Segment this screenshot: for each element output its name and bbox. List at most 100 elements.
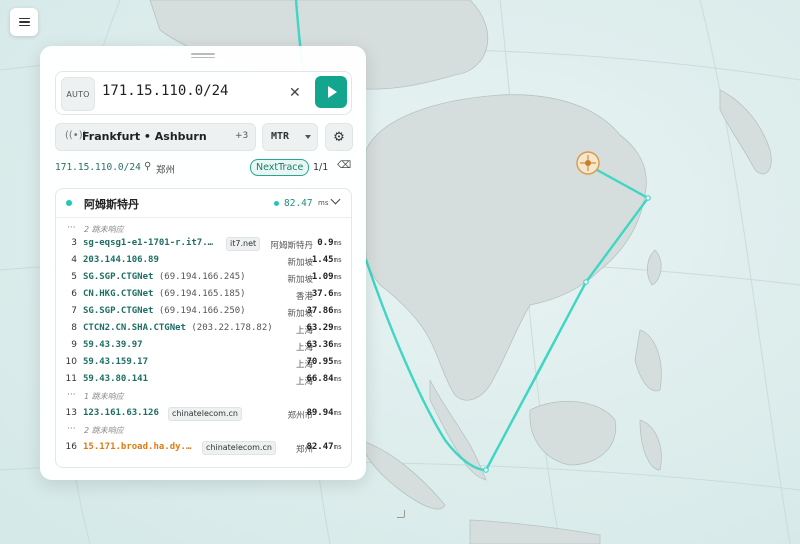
hop-rtt-value: 70.95 [306, 357, 334, 367]
hop-location: 香港 [295, 292, 313, 302]
hop-host[interactable]: 123.161.63.126 [83, 408, 159, 418]
clear-icon[interactable]: ✕ [289, 85, 301, 101]
hop-row[interactable]: 3 sg-eqsg1-e1-1701-r.it7.… it7.net 阿姆斯特丹 0.9… [56, 236, 351, 253]
hop-rtt: 63.36ms [306, 340, 342, 350]
ellipsis-icon: ··· [67, 424, 76, 434]
hop-rtt: 0.9ms [317, 238, 342, 248]
hop-hostname: CTCN2.CN.SHA.CTGNet [83, 323, 186, 333]
hop-location: 阿姆斯特丹 [270, 241, 313, 251]
hop-number: 13 [65, 408, 77, 418]
hop-rtt: 1.09ms [312, 272, 342, 282]
provider-badge[interactable]: NextTrace [250, 159, 310, 176]
node-selector[interactable]: ((•)) Frankfurt • Ashburn +3 [55, 123, 256, 151]
status-dot [66, 200, 72, 206]
hop-rtt-value: 1.45 [311, 255, 334, 265]
hop-number: 7 [71, 306, 77, 316]
hop-marker[interactable] [645, 195, 651, 201]
hop-row[interactable]: 11 59.43.80.141 上海 66.84ms [56, 372, 351, 389]
hop-rtt-unit: ms [333, 290, 342, 298]
target-label: 171.15.110.0/24 [55, 162, 141, 173]
run-button[interactable] [315, 76, 347, 108]
hop-row[interactable]: 7 SG.SGP.CTGNet (69.194.166.250) 新加坡 37.86m… [56, 304, 351, 321]
trace-panel: AUTO 171.15.110.0/24 ✕ ((•)) Frankfurt •… [40, 46, 405, 518]
hop-row[interactable]: 9 59.43.39.97 上海 63.36ms [56, 338, 351, 355]
page-indicator: 1/1 [313, 162, 329, 173]
search-bar: AUTO 171.15.110.0/24 ✕ [55, 71, 352, 115]
hop-rtt-value: 0.9 [317, 238, 334, 248]
hop-number: 3 [71, 238, 77, 248]
hop-host[interactable]: 59.43.159.17 [83, 357, 148, 367]
origin-marker-icon[interactable] [576, 151, 600, 175]
hop-rtt-unit: ms [333, 256, 342, 264]
hop-row[interactable]: 6 CN.HKG.CTGNet (69.194.165.185) 香港 37.6ms [56, 287, 351, 304]
hop-host[interactable]: 59.43.80.141 [83, 374, 148, 384]
hop-hostname: SG.SGP.CTGNet [83, 272, 154, 282]
hop-ip: (69.194.166.245) [158, 272, 246, 282]
play-icon [327, 86, 337, 98]
hop-rtt: 66.84ms [306, 374, 342, 384]
hop-rtt: 70.95ms [306, 357, 342, 367]
hop-row[interactable]: 10 59.43.159.17 上海 70.95ms [56, 355, 351, 372]
hop-row[interactable]: 4 203.144.106.89 新加坡 1.45ms [56, 253, 351, 270]
no-response-row: ··· 2 跳未响应 [56, 423, 351, 438]
protocol-select[interactable]: MTR [262, 123, 318, 151]
hop-host[interactable]: 15.171.broad.ha.dy.… [83, 442, 191, 452]
hop-row[interactable]: 13 123.161.63.126 chinatelecom.cn 郑州市 89.94m… [56, 406, 351, 423]
hop-hostname: SG.SGP.CTGNet [83, 306, 154, 316]
latency-value: 82.47 [284, 198, 313, 209]
target-input[interactable]: 171.15.110.0/24 [102, 83, 228, 99]
asn-tag: chinatelecom.cn [202, 441, 276, 455]
hop-rtt-unit: ms [333, 307, 342, 315]
target-city: 郑州 [156, 165, 176, 176]
hop-host[interactable]: sg-eqsg1-e1-1701-r.it7.… [83, 238, 213, 248]
hop-rtt-unit: ms [333, 409, 342, 417]
hop-number: 11 [65, 374, 77, 384]
hop-host[interactable]: SG.SGP.CTGNet (69.194.166.245) [83, 272, 246, 282]
hop-host[interactable]: 59.43.39.97 [83, 340, 143, 350]
menu-button[interactable] [10, 8, 38, 36]
ellipsis-icon: ··· [67, 390, 76, 400]
chevron-down-icon[interactable] [330, 194, 341, 205]
hop-rtt-value: 37.86 [306, 306, 334, 316]
hop-rtt-unit: ms [333, 239, 342, 247]
hop-ip: (69.194.166.250) [158, 306, 246, 316]
asn-tag: it7.net [226, 237, 261, 251]
hop-number: 16 [65, 442, 77, 452]
hop-row[interactable]: 8 CTCN2.CN.SHA.CTGNet (203.22.178.82) 上海 63… [56, 321, 351, 338]
hop-rtt: 37.86ms [306, 306, 342, 316]
settings-button[interactable]: ⚙ [325, 123, 353, 151]
ellipsis-icon: ··· [67, 223, 76, 233]
drag-handle[interactable] [191, 53, 215, 59]
hop-rtt: 63.29ms [306, 323, 342, 333]
no-response-text: 1 跳未响应 [84, 392, 124, 401]
hop-number: 9 [71, 340, 77, 350]
eraser-icon[interactable]: ⌫ [337, 160, 351, 171]
hop-marker[interactable] [583, 279, 589, 285]
hop-rtt-value: 89.94 [306, 408, 334, 418]
result-card-header[interactable]: 阿姆斯特丹 82.47 ms [56, 189, 351, 218]
hop-marker[interactable] [483, 467, 489, 473]
hop-hostname: 59.43.159.17 [83, 357, 149, 367]
auto-mode-button[interactable]: AUTO [61, 77, 95, 111]
hop-host[interactable]: SG.SGP.CTGNet (69.194.166.250) [83, 306, 246, 316]
hop-rtt-value: 37.6 [311, 289, 334, 299]
hop-host[interactable]: CTCN2.CN.SHA.CTGNet (203.22.178.82) [83, 323, 273, 333]
hop-host[interactable]: 203.144.106.89 [83, 255, 159, 265]
hop-rtt-value: 66.84 [306, 374, 334, 384]
resize-handle-icon[interactable] [397, 510, 405, 518]
hop-row[interactable]: 16 15.171.broad.ha.dy.… chinatelecom.cn 郑州 8… [56, 440, 351, 457]
hop-rtt-unit: ms [333, 358, 342, 366]
hop-rtt: 1.45ms [312, 255, 342, 265]
hop-rtt-value: 63.36 [306, 340, 334, 350]
latency-dot [274, 201, 279, 206]
hop-rtt-unit: ms [333, 273, 342, 281]
latency-unit: ms [318, 199, 329, 207]
hop-rtt-value: 63.29 [306, 323, 334, 333]
hop-row[interactable]: 5 SG.SGP.CTGNet (69.194.166.245) 新加坡 1.09ms [56, 270, 351, 287]
hop-location: 新加坡 [287, 275, 313, 285]
map-pin-icon: ⚲ [144, 161, 152, 172]
no-response-row: ··· 1 跳未响应 [56, 389, 351, 404]
hop-rtt-unit: ms [333, 443, 342, 451]
protocol-select-label: MTR [271, 131, 290, 142]
hop-host[interactable]: CN.HKG.CTGNet (69.194.165.185) [83, 289, 246, 299]
